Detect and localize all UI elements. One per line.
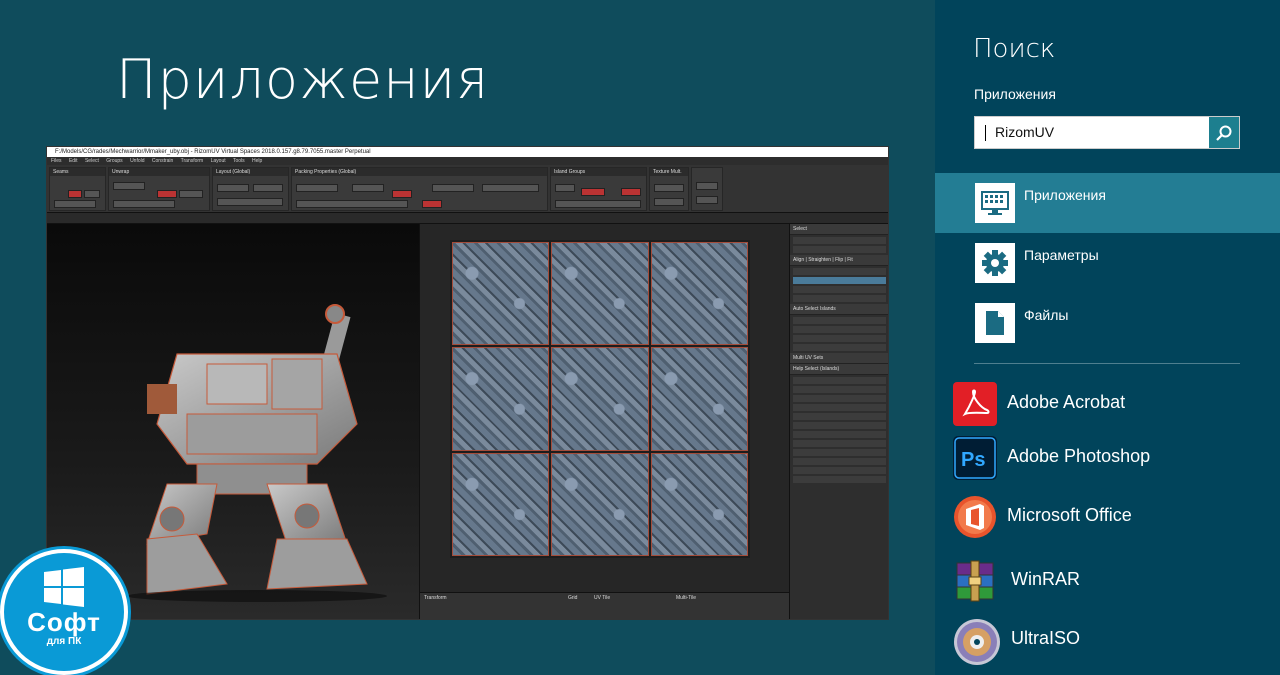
ribbon-group-title: Layout (Global): [213, 168, 288, 176]
category-label: Приложения: [1024, 187, 1106, 203]
menu-item: Tools: [232, 158, 245, 164]
menu-bar: Files Edit Select Groups Unfold Constrai…: [47, 157, 888, 165]
panel-title: UV Tile: [594, 595, 611, 601]
ribbon: Seams Unwrap Layout (Global) Packing Pro…: [47, 165, 888, 213]
panel-title: Transform: [424, 595, 447, 601]
search-charm: Поиск Приложения RizomUV Приложения Пара…: [935, 0, 1280, 675]
ribbon-group-title: Island Groups: [551, 168, 646, 176]
uv-bottom-panels: Transform Grid UV Tile Multi-Tile: [420, 592, 790, 619]
viewport-toolbar: [47, 213, 888, 224]
app-label: Adobe Acrobat: [1007, 392, 1126, 412]
menu-item: Select: [84, 158, 99, 164]
menu-item: Constrain: [151, 158, 174, 164]
gear-icon: [975, 243, 1015, 283]
category-files[interactable]: Файлы: [935, 293, 1280, 353]
panel-title: Multi-Tile: [676, 595, 697, 601]
menu-item: Transform: [180, 158, 204, 164]
search-title: Поиск: [973, 34, 1056, 64]
app-label: Microsoft Office: [1007, 505, 1132, 525]
panel-header: Multi UV Sets: [790, 353, 888, 364]
logo-subtext: для ПК: [46, 636, 82, 647]
panel-header: Select: [790, 224, 888, 235]
menu-item: Edit: [68, 158, 78, 164]
ultraiso-icon: [953, 618, 1000, 665]
category-apps[interactable]: Приложения: [935, 173, 1280, 233]
viewport-uv: Transform Grid UV Tile Multi-Tile: [419, 224, 790, 619]
viewport-3d: [47, 224, 419, 619]
file-icon: [975, 303, 1015, 343]
divider: [974, 363, 1240, 364]
app-result-ultraiso[interactable]: UltraISO: [953, 616, 1273, 665]
app-label: Adobe Photoshop: [1007, 446, 1151, 466]
app-result-photoshop[interactable]: Ps Adobe Photoshop: [953, 434, 1273, 482]
menu-item: Layout: [210, 158, 226, 164]
menu-item: Unfold: [130, 158, 145, 164]
office-icon: [953, 495, 997, 539]
app-label: UltraISO: [1011, 628, 1081, 648]
panel-header: Align | Straighten | Flip | Fit: [790, 255, 888, 266]
text-caret: [985, 125, 986, 141]
svg-text:Ps: Ps: [961, 449, 985, 471]
side-panel: Select Align | Straighten | Flip | Fit A…: [789, 224, 888, 619]
rizomuv-screenshot: F:/Models/CG/rades/Mechwarrior/Mmaker_ub…: [46, 146, 889, 620]
app-result-office[interactable]: Microsoft Office: [953, 493, 1273, 541]
search-scope: Приложения: [974, 86, 1056, 102]
photoshop-icon: Ps: [953, 436, 997, 480]
ribbon-group-title: Texture Mult.: [650, 168, 688, 176]
search-button[interactable]: [1209, 117, 1239, 148]
logo-text: Софт: [27, 607, 101, 637]
app-label: WinRAR: [1011, 569, 1081, 589]
panel-header: Help Select (Islands): [790, 364, 888, 375]
ribbon-group: Layout (Global): [212, 167, 289, 211]
page-title: Приложения: [116, 48, 490, 111]
uv-layout: [450, 240, 750, 558]
app-result-winrar[interactable]: WinRAR: [953, 557, 1273, 605]
category-label: Файлы: [1024, 307, 1069, 323]
search-icon: [1216, 125, 1232, 141]
ribbon-group: [691, 167, 723, 211]
ribbon-group-title: Packing Properties (Global): [292, 168, 547, 176]
viewports: Transform Grid UV Tile Multi-Tile Select…: [47, 224, 888, 619]
ribbon-group: Texture Mult.: [649, 167, 689, 211]
menu-item: Help: [252, 158, 263, 164]
start-screen-main: Приложения F:/Models/CG/rades/Mechwarrio…: [0, 0, 935, 675]
apps-icon: [975, 183, 1015, 223]
app-result-acrobat[interactable]: Adobe Acrobat: [953, 380, 1273, 428]
ribbon-group: Unwrap: [108, 167, 210, 211]
ribbon-group-title: Seams: [50, 168, 105, 176]
menu-item: Groups: [106, 158, 123, 164]
ribbon-group: Seams: [49, 167, 106, 211]
panel-title: Grid: [568, 595, 578, 601]
robot-model: [127, 304, 387, 602]
category-settings[interactable]: Параметры: [935, 233, 1280, 293]
ribbon-group: Island Groups: [550, 167, 647, 211]
window-title: F:/Models/CG/rades/Mechwarrior/Mmaker_ub…: [47, 147, 888, 157]
windows-logo-icon: [44, 567, 84, 607]
ribbon-group-title: Unwrap: [109, 168, 209, 176]
category-label: Параметры: [1024, 247, 1099, 263]
search-query: RizomUV: [995, 124, 1055, 140]
acrobat-icon: [953, 382, 997, 426]
menu-item: Files: [51, 158, 62, 164]
winrar-icon: [953, 559, 997, 603]
ribbon-group: Packing Properties (Global): [291, 167, 548, 211]
softpc-logo: Софт для ПК: [0, 549, 128, 675]
panel-header: Auto Select Islands: [790, 304, 888, 315]
search-input[interactable]: RizomUV: [974, 116, 1240, 149]
